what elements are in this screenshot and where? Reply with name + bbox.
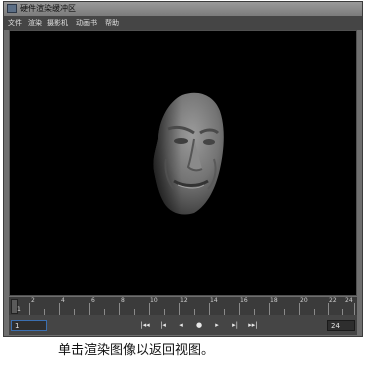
- end-frame-field[interactable]: 24: [327, 320, 355, 331]
- time-slider[interactable]: 1 2 4 6 8 10 12 14 16 18 20 22 24: [9, 297, 357, 315]
- step-forward-icon[interactable]: ▸|: [229, 319, 241, 331]
- timeline-tick: [354, 303, 355, 315]
- timeline-tick-label: 6: [91, 297, 95, 304]
- timeline-tick-label: 4: [61, 297, 65, 304]
- hardware-render-buffer-window: 硬件渲染缓冲区 文件 渲染 摄影机 动画书 帮助 1 2 4 6 8 10 12…: [3, 1, 363, 337]
- rendered-image-viewport[interactable]: [9, 30, 357, 296]
- timeline-tick-label: 24: [345, 297, 353, 304]
- timeline-tick-label: 14: [210, 297, 218, 304]
- timeline-tick: [29, 303, 30, 315]
- timeline-tick: [299, 303, 300, 315]
- step-back-icon[interactable]: |◂: [157, 319, 169, 331]
- menu-help[interactable]: 帮助: [105, 16, 119, 30]
- timeline-tick: [179, 303, 180, 315]
- timeline-tick: [239, 303, 240, 315]
- timeline-tick-label: 18: [270, 297, 278, 304]
- window-title: 硬件渲染缓冲区: [20, 4, 76, 13]
- menu-camera[interactable]: 摄影机: [47, 16, 68, 30]
- timeline-tick-label: 2: [31, 297, 35, 304]
- menu-render[interactable]: 渲染: [28, 16, 42, 30]
- menu-flipbook[interactable]: 动画书: [76, 16, 97, 30]
- timeline-tick: [328, 303, 329, 315]
- timeline-tick-label: 20: [300, 297, 308, 304]
- menu-bar: 文件 渲染 摄影机 动画书 帮助: [4, 16, 362, 30]
- rendered-face-mask-image[interactable]: [148, 89, 228, 217]
- timeline-tick: [119, 303, 120, 315]
- current-frame-marker-label: 1: [17, 306, 21, 313]
- timeline-tick: [149, 303, 150, 315]
- menu-file[interactable]: 文件: [8, 16, 22, 30]
- timeline-tick: [269, 303, 270, 315]
- go-to-start-icon[interactable]: |◂◂: [139, 319, 151, 331]
- timeline-tick-label: 16: [240, 297, 248, 304]
- timeline-tick-label: 8: [121, 297, 125, 304]
- play-backward-icon[interactable]: ◂: [175, 319, 187, 331]
- timeline-tick-label: 12: [180, 297, 188, 304]
- title-bar[interactable]: 硬件渲染缓冲区: [4, 2, 362, 16]
- caption-text: 单击渲染图像以返回视图。: [58, 343, 215, 358]
- timeline-tick: [209, 303, 210, 315]
- play-forward-icon[interactable]: ▸: [211, 319, 223, 331]
- timeline-tick-label: 22: [329, 297, 337, 304]
- stop-icon[interactable]: ●: [193, 319, 205, 331]
- current-frame-field[interactable]: 1: [11, 320, 47, 331]
- timeline-tick: [59, 303, 60, 315]
- playback-controls-bar: 1 |◂◂ |◂ ◂ ● ▸ ▸| ▸▸| 24: [9, 315, 357, 335]
- app-window-icon: [7, 4, 17, 13]
- go-to-end-icon[interactable]: ▸▸|: [247, 319, 259, 331]
- timeline-tick-label: 10: [150, 297, 158, 304]
- timeline-tick: [89, 303, 90, 315]
